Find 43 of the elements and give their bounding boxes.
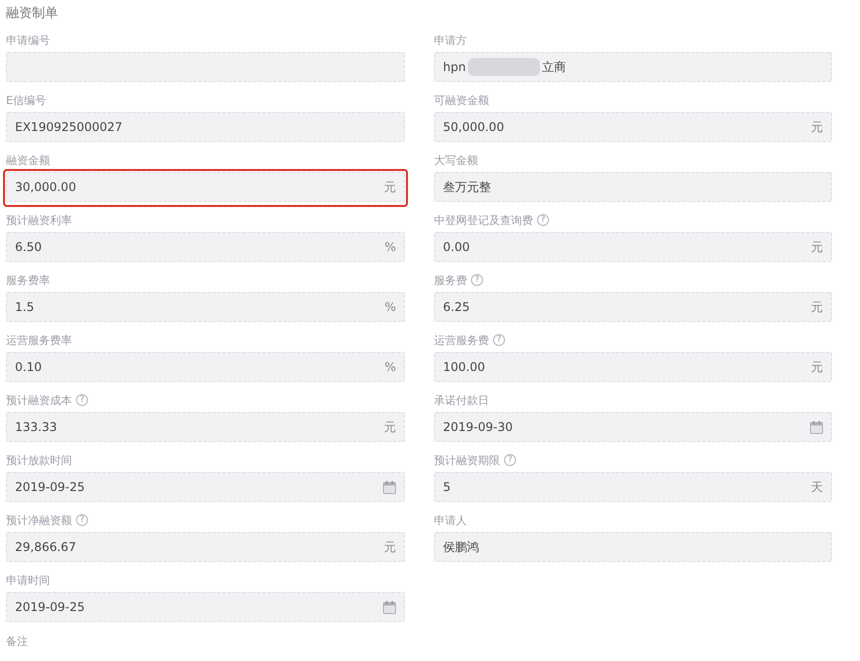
date-field[interactable]: 2019-09-25 (6, 472, 405, 502)
field-label: 融资金额 (6, 152, 50, 168)
input-field[interactable]: 133.33 元 (6, 412, 405, 442)
input-field[interactable]: 6.25 元 (434, 292, 832, 322)
field-label: 服务费率 (6, 272, 50, 288)
field-label: 预计融资利率 (6, 212, 72, 228)
input-field[interactable]: 0.10 % (6, 352, 405, 382)
input-field[interactable]: 1.5 % (6, 292, 405, 322)
calendar-icon[interactable] (383, 480, 396, 494)
field-label: 可融资金额 (434, 92, 489, 108)
input-field[interactable]: 5 天 (434, 472, 832, 502)
input-field[interactable]: 侯鹏鸿 (434, 532, 832, 562)
calendar-icon[interactable] (383, 600, 396, 614)
field-label: 申请编号 (6, 32, 50, 48)
field-label: 中登网登记及查询费 (434, 212, 533, 228)
field-label: 承诺付款日 (434, 392, 489, 408)
field-label: 预计融资期限 (434, 452, 500, 468)
field-label: 运营服务费 (434, 332, 489, 348)
input-field[interactable]: 叁万元整 (434, 172, 832, 202)
field-label: E信编号 (6, 92, 46, 108)
date-field[interactable]: 2019-09-25 (6, 592, 405, 622)
input-field[interactable]: 30,000.00 元 (6, 172, 405, 202)
field-label: 申请方 (434, 32, 467, 48)
field-label: 预计融资成本 (6, 392, 72, 408)
date-field[interactable]: 2019-09-30 (434, 412, 832, 442)
field-label: 申请人 (434, 512, 467, 528)
field-label: 备注 (6, 634, 28, 649)
input-field[interactable] (6, 52, 405, 82)
input-field[interactable]: EX190925000027 (6, 112, 405, 142)
input-field[interactable]: hpn 立商 (434, 52, 832, 82)
input-field[interactable]: 100.00 元 (434, 352, 832, 382)
field-label: 预计净融资额 (6, 512, 72, 528)
field-label: 服务费 (434, 272, 467, 288)
field-label: 大写金额 (434, 152, 478, 168)
field-label: 预计放款时间 (6, 452, 72, 468)
field-label: 运营服务费率 (6, 332, 72, 348)
field-label: 申请时间 (6, 572, 50, 588)
form-title: 融资制单 (6, 6, 59, 22)
input-field[interactable]: 50,000.00 元 (434, 112, 832, 142)
input-field[interactable]: 29,866.67 元 (6, 532, 405, 562)
input-field[interactable]: 0.00 元 (434, 232, 832, 262)
input-field[interactable]: 6.50 % (6, 232, 405, 262)
calendar-icon[interactable] (810, 420, 823, 434)
